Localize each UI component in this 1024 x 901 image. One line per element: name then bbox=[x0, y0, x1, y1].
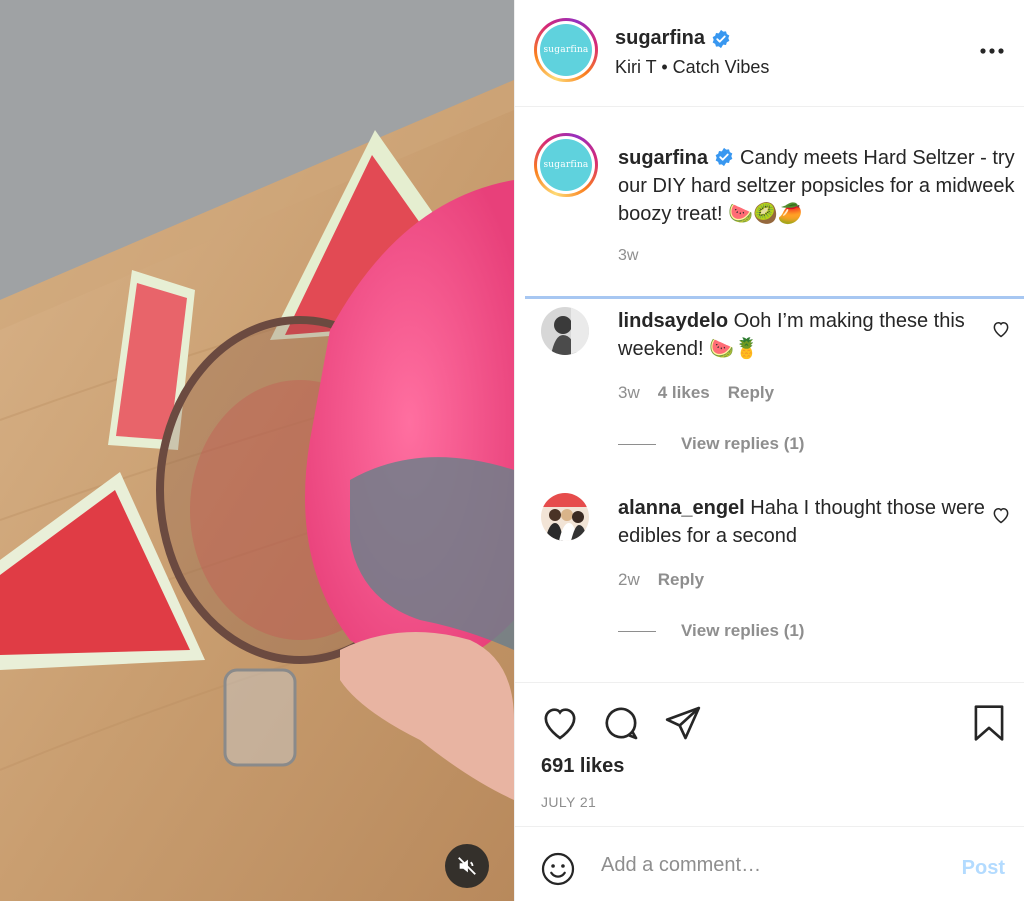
mute-toggle-button[interactable] bbox=[445, 844, 489, 888]
comment-icon[interactable] bbox=[601, 703, 641, 743]
bookmark-icon[interactable] bbox=[971, 703, 1007, 743]
author-username[interactable]: sugarfina bbox=[615, 27, 705, 50]
verified-badge-icon bbox=[712, 29, 730, 48]
comment-meta: 3w 4 likes Reply bbox=[618, 383, 774, 403]
caption-author-logo: sugarfina bbox=[540, 139, 592, 191]
author-avatar[interactable]: sugarfina bbox=[534, 18, 598, 82]
comment-likes[interactable]: 4 likes bbox=[658, 383, 710, 403]
reply-button[interactable]: Reply bbox=[658, 570, 704, 590]
replies-divider-line bbox=[618, 443, 656, 445]
commenter-photo bbox=[541, 307, 589, 355]
author-logo: sugarfina bbox=[540, 24, 592, 76]
like-comment-heart-icon[interactable] bbox=[991, 319, 1011, 339]
post-caption: sugarfina Candy meets Hard Seltzer - try… bbox=[618, 144, 1018, 228]
commenter-avatar[interactable] bbox=[541, 493, 589, 541]
likes-count[interactable]: 691 likes bbox=[541, 755, 624, 778]
add-comment-bar: Post bbox=[515, 826, 1024, 901]
comments-list[interactable]: sugarfina sugarfina Candy meets Hard Sel… bbox=[515, 107, 1024, 681]
comment-username[interactable]: alanna_engel bbox=[618, 497, 745, 519]
post-video[interactable] bbox=[0, 0, 514, 901]
post-details-panel: sugarfina sugarfina Kiri T • Catch Vibes… bbox=[514, 0, 1024, 901]
caption-timestamp[interactable]: 3w bbox=[618, 247, 638, 265]
post-date[interactable]: JULY 21 bbox=[541, 794, 596, 810]
reply-button[interactable]: Reply bbox=[728, 383, 774, 403]
verified-badge-icon bbox=[715, 147, 733, 167]
comment-username[interactable]: lindsaydelo bbox=[618, 310, 728, 332]
view-replies-button[interactable]: View replies (1) bbox=[618, 434, 804, 454]
caption-username[interactable]: sugarfina bbox=[618, 147, 708, 169]
post-actions: 691 likes JULY 21 bbox=[515, 682, 1024, 825]
muted-speaker-icon bbox=[458, 857, 476, 875]
scroll-indicator bbox=[525, 296, 1024, 299]
view-replies-label: View replies (1) bbox=[681, 434, 805, 453]
post-subtitle[interactable]: Kiri T • Catch Vibes bbox=[615, 57, 769, 78]
video-frame-image bbox=[0, 0, 514, 901]
view-replies-button[interactable]: View replies (1) bbox=[618, 621, 804, 641]
emoji-icon[interactable] bbox=[540, 851, 576, 887]
comment-text-block: alanna_engel Haha I thought those were e… bbox=[618, 494, 988, 550]
heart-icon[interactable] bbox=[540, 703, 580, 743]
commenter-photo bbox=[541, 493, 589, 541]
post-comment-button[interactable]: Post bbox=[962, 857, 1005, 880]
more-horizontal-icon bbox=[980, 48, 1004, 54]
comment-input[interactable] bbox=[601, 849, 931, 881]
comment-text-block: lindsaydelo Ooh I’m making these this we… bbox=[618, 307, 988, 363]
view-replies-label: View replies (1) bbox=[681, 621, 805, 640]
comment-timestamp[interactable]: 2w bbox=[618, 570, 640, 590]
more-options-button[interactable] bbox=[977, 36, 1007, 66]
replies-divider-line bbox=[618, 630, 656, 632]
post-header: sugarfina sugarfina Kiri T • Catch Vibes bbox=[515, 0, 1024, 107]
comment-timestamp[interactable]: 3w bbox=[618, 383, 640, 403]
commenter-avatar[interactable] bbox=[541, 307, 589, 355]
caption-author-avatar[interactable]: sugarfina bbox=[534, 133, 598, 197]
comment-meta: 2w Reply bbox=[618, 570, 704, 590]
like-comment-heart-icon[interactable] bbox=[991, 505, 1011, 525]
share-icon[interactable] bbox=[663, 703, 703, 743]
